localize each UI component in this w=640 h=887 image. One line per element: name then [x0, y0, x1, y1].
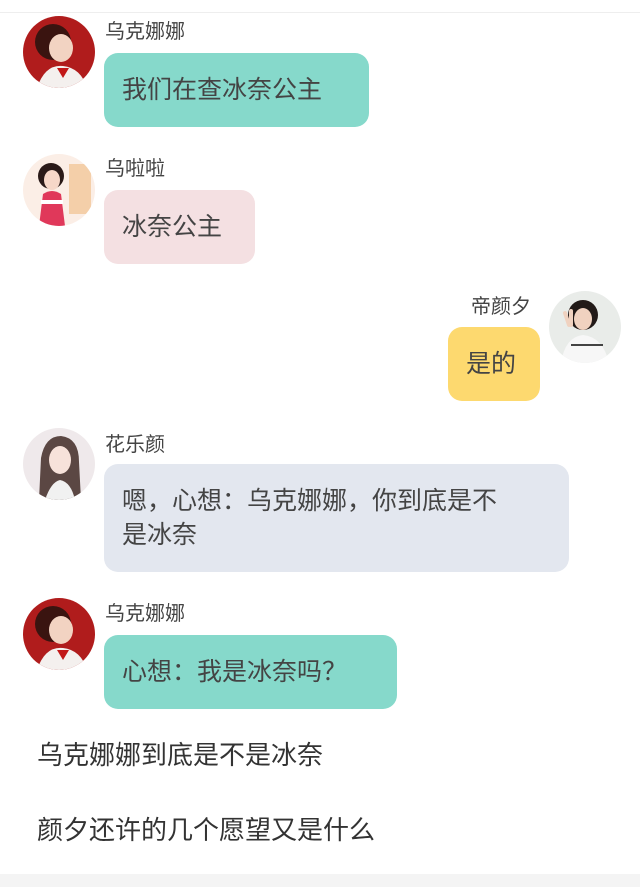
message-bubble[interactable]: 是的: [448, 327, 540, 401]
bottom-divider: [0, 874, 640, 887]
avatar[interactable]: [23, 598, 95, 670]
red-haired-girl-avatar-icon: [23, 16, 95, 88]
message-bubble[interactable]: 心想：我是冰奈吗？: [104, 635, 397, 709]
avatar[interactable]: [23, 154, 95, 226]
sender-name: 乌克娜娜: [105, 601, 185, 625]
caption-text: 乌克娜娜到底是不是冰奈: [37, 741, 324, 771]
sender-name: 乌克娜娜: [105, 19, 185, 43]
message-text-line: 是冰奈: [122, 520, 198, 549]
avatar[interactable]: [23, 428, 95, 500]
message-bubble[interactable]: 嗯，心想：乌克娜娜，你到底是不 是冰奈: [104, 464, 569, 572]
pink-outfit-girl-avatar-icon: [23, 154, 95, 226]
sender-name: 乌啦啦: [105, 156, 165, 180]
sender-name: 帝颜夕: [471, 294, 531, 318]
avatar[interactable]: [549, 291, 621, 363]
caption-text: 颜夕还许的几个愿望又是什么: [37, 816, 376, 846]
message-text-line: 嗯，心想：乌克娜娜，你到底是不: [122, 486, 498, 515]
long-hair-girl-avatar-icon: [23, 428, 95, 500]
message-bubble[interactable]: 冰奈公主: [104, 190, 255, 264]
top-divider: [0, 0, 640, 13]
peace-sign-girl-avatar-icon: [549, 291, 621, 363]
message-bubble[interactable]: 我们在查冰奈公主: [104, 53, 369, 127]
sender-name: 花乐颜: [105, 432, 165, 456]
avatar[interactable]: [23, 16, 95, 88]
red-haired-girl-avatar-icon: [23, 598, 95, 670]
